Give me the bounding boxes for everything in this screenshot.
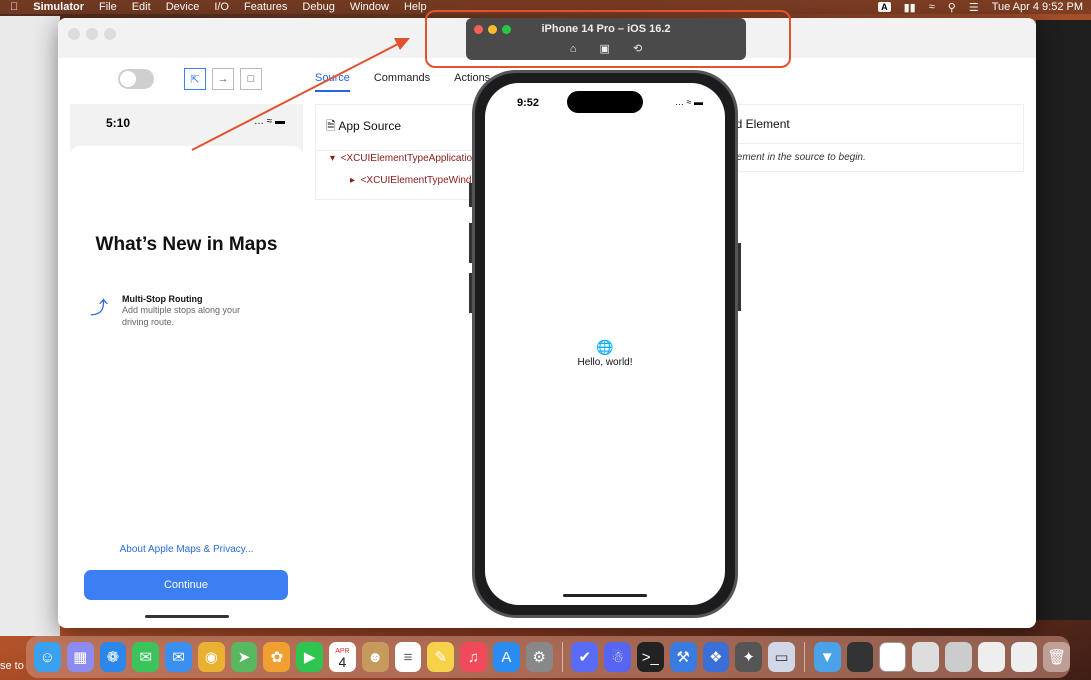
screenshot-time: 5:10 (106, 116, 131, 130)
vscode-icon[interactable]: ❖ (702, 642, 730, 672)
appium-inspector-icon[interactable]: ✦ (735, 642, 763, 672)
dock-separator (561, 642, 563, 672)
minimized-window-2[interactable] (879, 642, 907, 672)
messages-icon[interactable]: ✉ (132, 642, 160, 672)
background-window-text: se to (0, 660, 24, 672)
swipe-button[interactable]: → (212, 68, 234, 90)
app-store-icon[interactable]: A (492, 642, 520, 672)
iphone-simulator: 9:52 … ≈ ▬ 🌐 Hello, world! (469, 70, 741, 618)
music-icon[interactable]: ♫ (460, 642, 487, 672)
inspector-tabs: Source Commands Actions (315, 72, 490, 92)
chrome-icon[interactable]: ◉ (197, 642, 225, 672)
mode-toggle[interactable] (118, 69, 154, 89)
power-button[interactable] (738, 243, 741, 311)
apple-menu-icon[interactable]:  (10, 1, 18, 13)
device-screenshot[interactable]: 5:10 … ≈ ▬ What’s New in Maps ⤴ Multi-St… (70, 104, 303, 624)
annotation-highlight-box (425, 10, 791, 68)
phone-time: 9:52 (517, 97, 540, 109)
volume-down-button[interactable] (469, 273, 472, 313)
inspector-toolbar: ⇱ → □ (118, 68, 262, 90)
tree-node-window-label: <XCUIElementTypeWind (360, 175, 472, 186)
mail-icon[interactable]: ✉ (165, 642, 192, 672)
dock: ☺ ▦ ❁ ✉ ✉ ◉ ➤ ✿ ▶ APR 4 ☻ ≡ ✎ ♫ A ⚙ ✔ ☃ … (26, 636, 1071, 678)
minimized-window-4[interactable] (945, 642, 972, 672)
terminal-icon[interactable]: >_ (636, 642, 664, 672)
feature-description: Add multiple stops along your driving ro… (122, 305, 241, 327)
finder-icon[interactable]: ☺ (34, 642, 61, 672)
background-window-right (1036, 20, 1091, 620)
tree-node-application-label: <XCUIElementTypeApplicatio (340, 153, 473, 164)
notes-icon[interactable]: ✎ (427, 642, 455, 672)
tab-commands[interactable]: Commands (374, 72, 430, 92)
downloads-folder-icon[interactable]: ▼ (813, 642, 841, 672)
menu-debug[interactable]: Debug (302, 1, 334, 13)
menu-app-name[interactable]: Simulator (33, 1, 84, 13)
safari-icon[interactable]: ❁ (99, 642, 127, 672)
calendar-icon[interactable]: APR 4 (329, 642, 356, 672)
whats-new-heading: What’s New in Maps (95, 234, 278, 255)
launchpad-icon[interactable]: ▦ (66, 642, 94, 672)
menu-features[interactable]: Features (244, 1, 287, 13)
contacts-icon[interactable]: ☻ (361, 642, 389, 672)
minimized-window-1[interactable] (846, 642, 874, 672)
route-icon: ⤴ (90, 298, 108, 318)
menu-help[interactable]: Help (404, 1, 427, 13)
menu-io[interactable]: I/O (214, 1, 229, 13)
tree-node-application[interactable]: ▾ <XCUIElementTypeApplicatio (330, 153, 472, 164)
discord-icon[interactable]: ☃ (604, 642, 631, 672)
tab-source[interactable]: Source (315, 72, 350, 92)
spotlight-icon[interactable]: ⚲ (948, 1, 956, 14)
control-center-icon[interactable]: ☰ (969, 1, 979, 14)
maps-icon[interactable]: ➤ (230, 642, 258, 672)
facetime-icon[interactable]: ▶ (296, 642, 324, 672)
selected-element-hint: element in the source to begin. (729, 152, 866, 163)
menu-window[interactable]: Window (350, 1, 389, 13)
selected-element-panel: ed Element element in the source to begi… (718, 104, 1024, 172)
globe-icon: 🌐 (596, 339, 614, 355)
calendar-day: 4 (338, 654, 347, 670)
input-source-indicator[interactable]: A (878, 2, 891, 12)
photos-icon[interactable]: ✿ (263, 642, 291, 672)
app-source-title: App Source (338, 119, 402, 133)
document-icon: 🗎 (326, 119, 336, 133)
minimized-window-5[interactable] (977, 642, 1005, 672)
continue-button[interactable]: Continue (84, 570, 288, 600)
hello-world-text: Hello, world! (577, 357, 633, 368)
menu-file[interactable]: File (99, 1, 117, 13)
phone-home-indicator[interactable] (563, 594, 647, 597)
dynamic-island (567, 91, 643, 113)
window-zoom-button[interactable] (104, 28, 116, 40)
iphone-screen[interactable]: 9:52 … ≈ ▬ 🌐 Hello, world! (485, 83, 725, 605)
tap-coordinates-button[interactable]: □ (240, 68, 262, 90)
window-close-button[interactable] (68, 28, 80, 40)
tree-node-window[interactable]: ▸ <XCUIElementTypeWind (350, 175, 471, 186)
phone-status-icons: … ≈ ▬ (675, 97, 703, 107)
minimized-window-3[interactable] (912, 642, 940, 672)
minimized-window-6[interactable] (1010, 642, 1038, 672)
system-settings-icon[interactable]: ⚙ (525, 642, 553, 672)
window-minimize-button[interactable] (86, 28, 98, 40)
about-privacy-link[interactable]: About Apple Maps & Privacy... (70, 544, 303, 555)
selected-element-title: ed Element (719, 105, 1023, 144)
side-button-action[interactable] (469, 183, 472, 207)
background-window-left (0, 16, 60, 636)
home-indicator (145, 615, 229, 618)
menu-clock[interactable]: Tue Apr 4 9:52 PM (992, 1, 1083, 13)
battery-icon[interactable]: ▮▮ (904, 1, 916, 14)
menu-device[interactable]: Device (166, 1, 200, 13)
messenger-icon[interactable]: ✔ (571, 642, 599, 672)
volume-up-button[interactable] (469, 223, 472, 263)
xcode-icon[interactable]: ⚒ (669, 642, 697, 672)
menu-edit[interactable]: Edit (132, 1, 151, 13)
screenshot-status-icons: … ≈ ▬ (253, 116, 285, 127)
reminders-icon[interactable]: ≡ (394, 642, 422, 672)
feature-title: Multi-Stop Routing (122, 294, 203, 304)
select-element-button[interactable]: ⇱ (184, 68, 206, 90)
trash-icon[interactable]: 🗑 (1043, 642, 1071, 672)
dock-separator-2 (803, 642, 805, 672)
whats-new-sheet: What’s New in Maps ⤴ Multi-Stop Routing … (70, 146, 303, 624)
simulator-icon[interactable]: ▭ (768, 642, 795, 672)
wifi-icon[interactable]: ≈ (929, 1, 935, 13)
